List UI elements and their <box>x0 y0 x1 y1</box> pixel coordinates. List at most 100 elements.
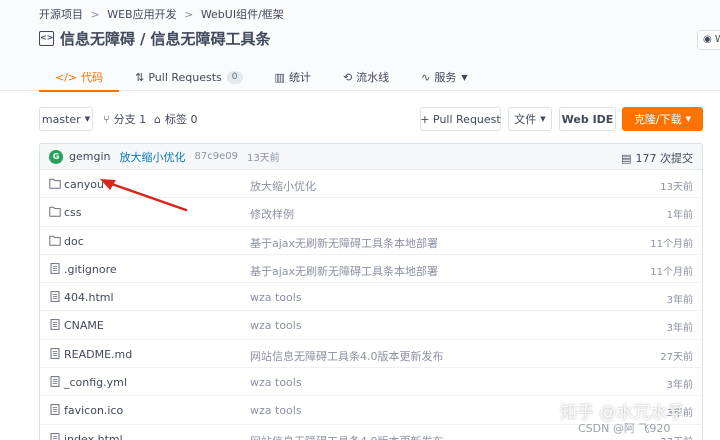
web-ide-label: Web IDE <box>561 112 614 126</box>
file-row[interactable]: CNAME wza tools 3年前 <box>40 311 702 340</box>
chevron-down-icon: ▼ <box>461 72 468 82</box>
file-icon <box>49 319 61 331</box>
tab-code[interactable]: </> 代码 <box>39 63 120 92</box>
file-row[interactable]: 404.html wza tools 3年前 <box>40 283 702 312</box>
breadcrumb-item-web-dev[interactable]: WEB应用开发 <box>107 8 176 21</box>
watch-button[interactable]: ◉ W <box>697 30 720 50</box>
file-name-link[interactable]: favicon.ico <box>64 404 123 417</box>
repo-icon: <> <box>39 31 54 46</box>
repo-name-link[interactable]: 信息无障碍工具条 <box>151 28 271 49</box>
tab-pull-requests-label: Pull Requests <box>148 70 222 84</box>
pull-request-button-label: + Pull Request <box>420 112 501 126</box>
tab-statistics[interactable]: ▥ 统计 <box>259 63 327 91</box>
branch-select[interactable]: master ▼ <box>39 107 93 131</box>
file-updated-time: 1年前 <box>666 210 693 222</box>
file-updated-time: 3年前 <box>666 323 693 335</box>
code-icon: </> <box>55 70 78 84</box>
file-name-link[interactable]: 404.html <box>64 291 114 304</box>
breadcrumb: 开源项目 > WEB应用开发 > WebUI组件/框架 <box>39 6 288 22</box>
watermark-secondary: CSDN @阿 飞920 <box>578 422 671 435</box>
folder-icon <box>49 178 61 189</box>
file-row[interactable]: canyou 放大缩小优化 13天前 <box>40 170 702 199</box>
file-icon <box>49 347 61 359</box>
tab-pull-requests[interactable]: ⇅ Pull Requests 0 <box>119 63 258 91</box>
file-row[interactable]: doc 基于ajax无刷新无障碍工具条本地部署 11个月前 <box>40 227 702 255</box>
commit-time: 13天前 <box>246 153 280 164</box>
file-row[interactable]: _config.yml wza tools 3年前 <box>40 368 702 397</box>
tab-pipeline[interactable]: ⟲ 流水线 <box>327 63 405 91</box>
tab-pipeline-label: 流水线 <box>356 71 390 84</box>
chevron-down-icon: ▼ <box>540 115 546 123</box>
pipeline-icon: ⟲ <box>342 70 353 84</box>
breadcrumb-item-projects[interactable]: 开源项目 <box>39 8 83 21</box>
pull-request-icon: ⇅ <box>135 70 145 84</box>
commits-icon: ▤ <box>621 151 632 165</box>
file-menu-label: 文件 <box>514 113 537 126</box>
file-updated-time: 11个月前 <box>650 238 693 250</box>
file-icon <box>49 432 61 440</box>
tab-statistics-label: 统计 <box>288 71 311 84</box>
folder-icon <box>49 235 61 246</box>
pull-request-button[interactable]: + Pull Request <box>420 107 501 131</box>
tab-services[interactable]: ∿ 服务 ▼ <box>405 63 483 91</box>
tab-code-label: 代码 <box>81 71 104 84</box>
file-commit-message[interactable]: 修改样例 <box>250 206 294 222</box>
tab-services-label: 服务 <box>434 71 457 84</box>
web-ide-button[interactable]: Web IDE <box>559 107 616 131</box>
bar-chart-icon: ▥ <box>274 70 285 84</box>
file-name-link[interactable]: canyou <box>64 178 104 191</box>
file-updated-time: 11个月前 <box>650 266 693 278</box>
file-menu-button[interactable]: 文件 ▼ <box>508 107 552 131</box>
file-name-link[interactable]: css <box>64 206 82 219</box>
clone-download-label: 克隆/下载 <box>633 113 682 126</box>
file-name-link[interactable]: _config.yml <box>64 376 127 389</box>
file-commit-message[interactable]: wza tools <box>250 291 302 304</box>
commit-count-link[interactable]: ▤ 177 次提交 <box>621 150 693 166</box>
file-name-link[interactable]: .gitignore <box>64 263 117 276</box>
file-name-link[interactable]: index.html <box>64 433 123 440</box>
file-commit-message[interactable]: 放大缩小优化 <box>250 178 316 194</box>
repo-toolbar: master ▼ ⑂ 分支 1 ⌂ 标签 0 + Pull Request 文件… <box>39 107 703 131</box>
pulse-icon: ∿ <box>421 70 431 84</box>
file-row[interactable]: .gitignore 基于ajax无刷新无障碍工具条本地部署 11个月前 <box>40 255 702 284</box>
file-commit-message[interactable]: 基于ajax无刷新无障碍工具条本地部署 <box>250 235 438 251</box>
repo-tabs: </> 代码 ⇅ Pull Requests 0 ▥ 统计 ⟲ 流水线 ∿ 服务… <box>39 63 484 92</box>
file-icon <box>49 262 61 274</box>
chevron-down-icon: ▼ <box>84 115 91 123</box>
eye-icon: ◉ <box>703 34 712 45</box>
avatar[interactable]: G <box>49 149 63 164</box>
file-updated-time: 27天前 <box>660 351 693 363</box>
file-commit-message[interactable]: 基于ajax无刷新无障碍工具条本地部署 <box>250 263 438 279</box>
file-name-link[interactable]: doc <box>64 235 84 248</box>
file-row[interactable]: README.md 网站信息无障碍工具条4.0版本更新发布 27天前 <box>40 340 702 369</box>
file-icon <box>49 376 61 387</box>
title-separator: / <box>140 29 146 48</box>
file-name-link[interactable]: README.md <box>64 348 132 361</box>
file-name-link[interactable]: CNAME <box>64 319 104 332</box>
breadcrumb-item-webui[interactable]: WebUI组件/框架 <box>201 8 284 21</box>
tag-icon: ⌂ <box>154 112 161 126</box>
file-row[interactable]: css 修改样例 1年前 <box>40 198 702 227</box>
page-title: <> 信息无障碍 / 信息无障碍工具条 <box>39 28 271 49</box>
breadcrumb-separator: > <box>184 8 194 21</box>
branch-icon: ⑂ <box>103 112 110 126</box>
file-commit-message[interactable]: 网站信息无障碍工具条4.0版本更新发布 <box>250 348 444 364</box>
repo-header: 开源项目 > WEB应用开发 > WebUI组件/框架 <> 信息无障碍 / 信… <box>0 0 720 92</box>
branches-link[interactable]: ⑂ 分支 1 <box>103 111 146 127</box>
tags-link[interactable]: ⌂ 标签 0 <box>154 111 197 127</box>
chevron-down-icon: ▼ <box>685 115 692 123</box>
clone-download-button[interactable]: 克隆/下载 ▼ <box>622 107 703 131</box>
repo-owner-link[interactable]: 信息无障碍 <box>60 28 135 49</box>
file-commit-message[interactable]: wza tools <box>250 319 302 332</box>
file-updated-time: 3年前 <box>666 295 693 307</box>
file-updated-time: 13天前 <box>660 182 693 193</box>
tags-label: 标签 0 <box>164 113 198 126</box>
pull-request-count-badge: 0 <box>226 70 243 84</box>
file-commit-message[interactable]: wza tools <box>250 404 302 417</box>
folder-icon <box>49 206 61 217</box>
file-commit-message[interactable]: wza tools <box>250 376 302 389</box>
commit-sha[interactable]: 87c9e09 <box>194 151 237 162</box>
file-commit-message[interactable]: 网站信息无障碍工具条4.0版本更新发布 <box>250 433 444 440</box>
commit-author[interactable]: gemgin <box>69 150 110 163</box>
commit-message[interactable]: 放大缩小优化 <box>119 149 185 165</box>
